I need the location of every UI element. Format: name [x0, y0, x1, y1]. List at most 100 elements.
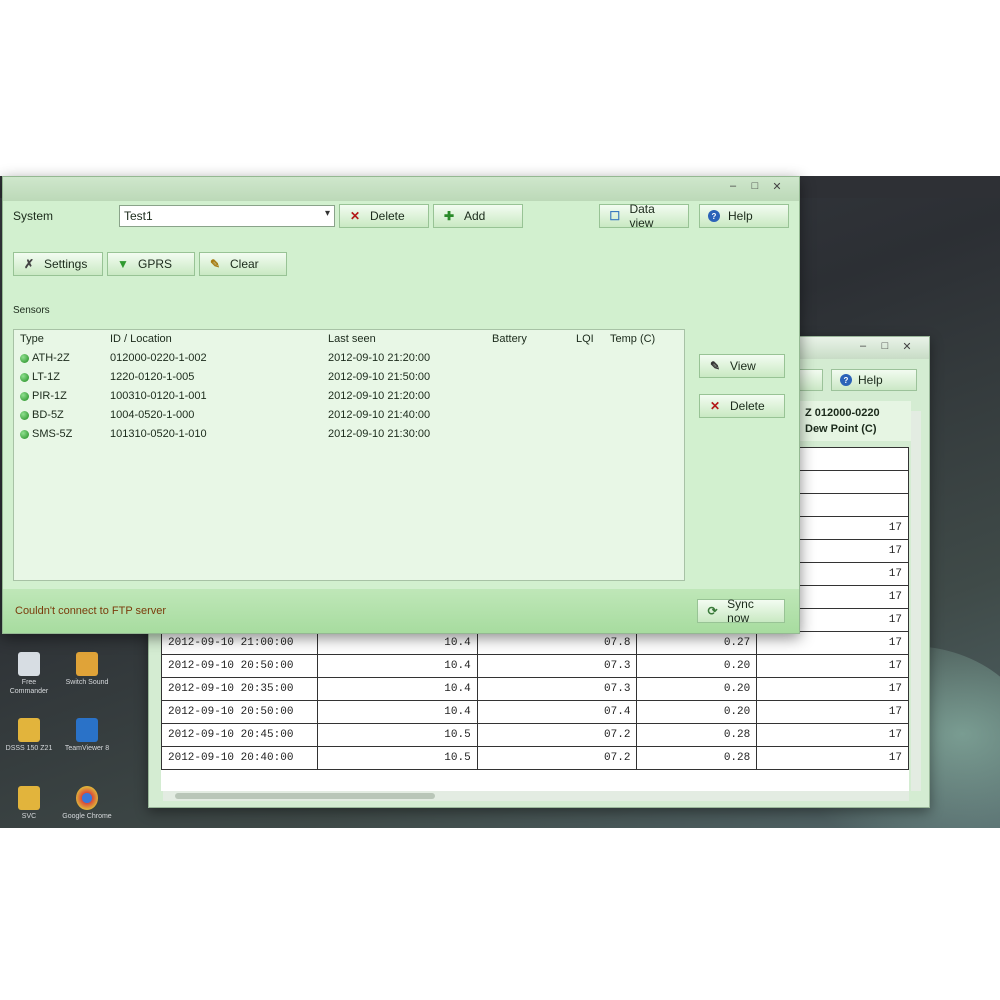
desktop-icon-free-commander[interactable]: Free Commander	[2, 652, 56, 696]
sensor-row[interactable]: ATH-2Z 012000-0220-1-002 2012-09-10 21:20:…	[14, 349, 684, 368]
sensor-id: 1220-0120-1-005	[110, 371, 195, 383]
sensor-id: 101310-0520-1-010	[110, 428, 207, 440]
delete-icon: ✕	[709, 399, 721, 413]
column-header-lqi[interactable]: LQI	[576, 333, 594, 345]
dew-point-cell: 17	[756, 746, 909, 770]
status-ok-icon	[20, 373, 29, 382]
brush-icon: ✎	[209, 257, 221, 271]
sensor-row[interactable]: PIR-1Z 100310-0120-1-001 2012-09-10 21:20:…	[14, 387, 684, 406]
sensor-last-seen: 2012-09-10 21:30:00	[328, 428, 431, 440]
system-select[interactable]: Test1 ▾	[119, 205, 335, 227]
table-row[interactable]: 2012-09-10 20:50:00 10.4 07.4 0.20 17	[161, 700, 909, 724]
time-cell: 2012-09-10 20:50:00	[161, 654, 318, 678]
close-icon[interactable]: ✕	[769, 180, 785, 193]
desktop-icon-switch-sound[interactable]: Switch Sound	[60, 652, 114, 687]
status-message: Couldn't connect to FTP server	[15, 605, 167, 617]
table-row[interactable]: 2012-09-10 21:00:00 10.4 07.8 0.27 17	[161, 631, 909, 655]
back-help-button[interactable]: ? Help	[831, 369, 917, 391]
file-manager-icon	[18, 652, 40, 676]
close-icon[interactable]: ✕	[899, 340, 915, 353]
dew-point-cell: 17	[756, 677, 909, 701]
help-icon: ?	[708, 210, 720, 222]
sensor-last-seen: 2012-09-10 21:20:00	[328, 352, 431, 364]
main-titlebar[interactable]: – □ ✕	[3, 177, 799, 201]
data-view-horizontal-scrollbar[interactable]	[163, 791, 909, 801]
sensors-list-header: Type ID / Location Last seen Battery LQI…	[14, 330, 684, 349]
gprs-button[interactable]: ▼ GPRS	[107, 252, 195, 276]
status-bar: Couldn't connect to FTP server ⟳ Sync no…	[3, 589, 799, 633]
minimize-icon[interactable]: –	[855, 340, 871, 352]
delete-system-button[interactable]: ✕ Delete	[339, 204, 429, 228]
table-row[interactable]: 2012-09-10 20:45:00 10.5 07.2 0.28 17	[161, 723, 909, 747]
audio-converter-icon	[76, 652, 98, 676]
value-cell: 07.2	[476, 746, 638, 770]
view-sensor-button[interactable]: ✎ View	[699, 354, 785, 378]
sensor-row[interactable]: LT-1Z 1220-0120-1-005 2012-09-10 21:50:00	[14, 368, 684, 387]
sensor-last-seen: 2012-09-10 21:40:00	[328, 409, 431, 421]
sensor-type: PIR-1Z	[32, 390, 67, 402]
time-cell: 2012-09-10 20:40:00	[161, 746, 318, 770]
sensor-last-seen: 2012-09-10 21:50:00	[328, 371, 431, 383]
status-ok-icon	[20, 392, 29, 401]
add-system-button[interactable]: ✚ Add	[433, 204, 523, 228]
value-cell: 0.27	[636, 631, 758, 655]
value-cell: 10.4	[316, 700, 478, 724]
sensor-type: ATH-2Z	[32, 352, 70, 364]
sensor-id: 100310-0120-1-001	[110, 390, 207, 402]
maximize-icon[interactable]: □	[877, 340, 893, 352]
data-view-button[interactable]: ☐ Data view	[599, 202, 689, 230]
minimize-icon[interactable]: –	[725, 180, 741, 192]
folder-icon	[18, 718, 40, 742]
sync-icon: ⟳	[707, 604, 718, 618]
value-cell: 0.28	[636, 746, 758, 770]
scrollbar-thumb[interactable]	[175, 793, 435, 799]
column-header-type[interactable]: Type	[20, 333, 44, 345]
desktop-icon-teamviewer[interactable]: TeamViewer 8	[60, 718, 114, 753]
antenna-icon: ▼	[117, 257, 129, 271]
sensor-type: BD-5Z	[32, 409, 64, 421]
sensor-row[interactable]: SMS-5Z 101310-0520-1-010 2012-09-10 21:30:…	[14, 425, 684, 444]
folder-icon	[18, 786, 40, 810]
column-header-temp[interactable]: Temp (C)	[610, 333, 655, 345]
table-row[interactable]: 2012-09-10 20:40:00 10.5 07.2 0.28 17	[161, 746, 909, 770]
sensor-id: 1004-0520-1-000	[110, 409, 195, 421]
table-row[interactable]: 2012-09-10 20:50:00 10.4 07.3 0.20 17	[161, 654, 909, 678]
time-cell: 2012-09-10 20:45:00	[161, 723, 318, 747]
column-header-battery[interactable]: Battery	[492, 333, 527, 345]
sensor-manager-window[interactable]: – □ ✕ System Test1 ▾ ✕ Delete ✚ Add ☐ Da…	[2, 176, 800, 634]
sensor-type: SMS-5Z	[32, 428, 73, 440]
desktop-icon-chrome[interactable]: Google Chrome	[60, 786, 114, 821]
teamviewer-icon	[76, 718, 98, 742]
sensors-label: Sensors	[13, 305, 50, 316]
dew-point-cell: 17	[756, 654, 909, 678]
help-icon: ?	[840, 374, 852, 386]
data-view-vertical-scrollbar[interactable]	[911, 411, 921, 791]
value-cell: 07.3	[476, 654, 638, 678]
dropdown-arrow-icon[interactable]: ▾	[325, 208, 330, 219]
value-cell: 07.8	[476, 631, 638, 655]
settings-button[interactable]: ✗ Settings	[13, 252, 103, 276]
maximize-icon[interactable]: □	[747, 180, 763, 192]
sensors-list[interactable]: Type ID / Location Last seen Battery LQI…	[13, 329, 685, 581]
status-ok-icon	[20, 354, 29, 363]
column-header-id[interactable]: ID / Location	[110, 333, 172, 345]
sensor-last-seen: 2012-09-10 21:20:00	[328, 390, 431, 402]
help-button[interactable]: ? Help	[699, 204, 789, 228]
column-header-last-seen[interactable]: Last seen	[328, 333, 376, 345]
value-cell: 07.2	[476, 723, 638, 747]
sensor-id: 012000-0220-1-002	[110, 352, 207, 364]
dew-point-column-header[interactable]: Z 012000-0220 Dew Point (C)	[799, 401, 911, 441]
delete-sensor-button[interactable]: ✕ Delete	[699, 394, 785, 418]
view-icon: ✎	[709, 359, 721, 373]
status-ok-icon	[20, 430, 29, 439]
dew-point-cell: 17	[756, 700, 909, 724]
table-row[interactable]: 2012-09-10 20:35:00 10.4 07.3 0.20 17	[161, 677, 909, 701]
value-cell: 0.20	[636, 677, 758, 701]
desktop-icon-svc[interactable]: SVC	[2, 786, 56, 821]
desktop-icon-dsss[interactable]: DSSS 150 Z21	[2, 718, 56, 753]
sensor-row[interactable]: BD-5Z 1004-0520-1-000 2012-09-10 21:40:00	[14, 406, 684, 425]
checkbox-icon: ☐	[609, 209, 621, 223]
value-cell: 0.20	[636, 700, 758, 724]
sync-now-button[interactable]: ⟳ Sync now	[697, 597, 785, 625]
clear-button[interactable]: ✎ Clear	[199, 252, 287, 276]
